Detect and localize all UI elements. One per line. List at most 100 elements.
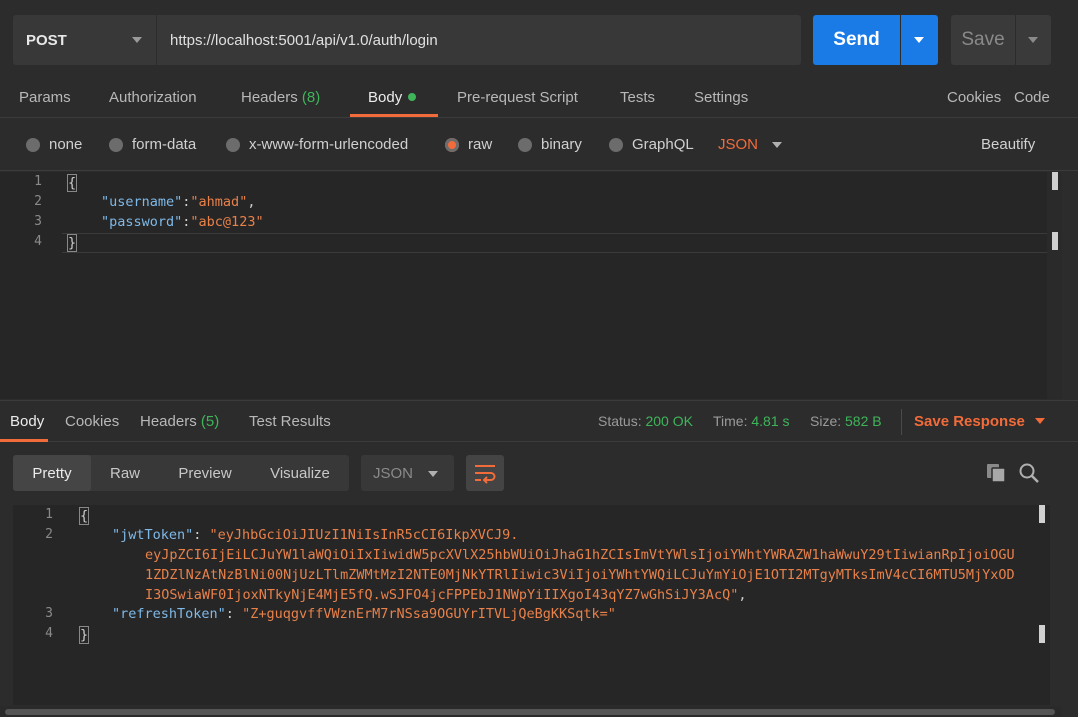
line-number: 1 (45, 507, 53, 522)
chevron-down-icon (914, 37, 924, 43)
url-input[interactable]: https://localhost:5001/api/v1.0/auth/log… (157, 15, 801, 65)
wrap-lines-icon (475, 465, 496, 484)
save-response-label: Save Response (914, 413, 1025, 430)
cookies-link[interactable]: Cookies (947, 89, 1001, 106)
line-number: 4 (34, 234, 42, 249)
line-number: 2 (45, 527, 53, 542)
radio-icon (109, 137, 123, 152)
horizontal-scrollbar[interactable] (0, 706, 1062, 717)
radio-none-label: none (49, 136, 83, 153)
close-brace: } (79, 626, 90, 644)
scroll-thumb[interactable] (5, 709, 1055, 715)
size-label: Size: (810, 413, 842, 429)
method-select[interactable]: POST (13, 15, 156, 65)
line-number: 2 (34, 194, 42, 209)
code-line-password: "password":"abc@123" (101, 214, 264, 230)
request-tabs: Params Authorization Headers (8) Body Pr… (0, 80, 1078, 118)
tab-body-label: Body (368, 89, 403, 106)
size-value: 582 B (845, 413, 882, 429)
copy-icon (987, 464, 1006, 483)
json-string: "Z+guqgvffVWznErM7rNSsa9OGUYrITVLjQeBgKK… (242, 606, 616, 622)
view-visualize-button[interactable]: Visualize (251, 455, 349, 491)
view-raw-button[interactable]: Raw (91, 455, 159, 491)
scroll-thumb[interactable] (1039, 505, 1045, 523)
search-button[interactable] (1017, 461, 1041, 485)
jwt-continuation-end: I3OSwiaWF0IjoxNTkyNjE4MjE5fQ.wSJFO4jcFPP… (145, 587, 747, 603)
line-number: 1 (34, 174, 42, 189)
radio-icon (26, 137, 40, 152)
body-format-select[interactable]: JSON (718, 136, 782, 153)
tab-response-headers[interactable]: Headers (5) (140, 413, 219, 430)
save-options-button[interactable] (1016, 15, 1051, 65)
radio-graphql-label: GraphQL (632, 136, 694, 153)
request-editor-scrollbar[interactable] (1047, 172, 1062, 399)
tab-settings[interactable]: Settings (694, 89, 748, 106)
json-string: "ahmad" (190, 194, 248, 210)
code-link[interactable]: Code (1014, 89, 1050, 106)
radio-icon (226, 137, 240, 152)
radio-binary-label: binary (541, 136, 582, 153)
radio-graphql[interactable]: GraphQL (609, 136, 694, 153)
tab-tests[interactable]: Tests (620, 89, 655, 106)
beautify-link[interactable]: Beautify (981, 136, 1035, 153)
close-brace: } (67, 234, 78, 252)
tab-response-body[interactable]: Body (10, 413, 44, 430)
radio-none[interactable]: none (26, 136, 82, 153)
response-body-viewer[interactable]: 1 2 3 4 { "jwtToken": "eyJhbGciOiJIUzI1N… (13, 505, 1050, 705)
json-key: "username" (101, 194, 183, 210)
radio-form-data[interactable]: form-data (109, 136, 196, 153)
save-button[interactable]: Save (951, 15, 1015, 65)
send-options-button[interactable] (901, 15, 938, 65)
radio-binary[interactable]: binary (518, 136, 582, 153)
radio-raw[interactable]: raw (445, 136, 492, 153)
radio-icon (609, 137, 623, 152)
tab-response-cookies[interactable]: Cookies (65, 413, 119, 430)
headers-count: (8) (301, 89, 321, 106)
radio-urlencoded[interactable]: x-www-form-urlencoded (226, 136, 408, 153)
view-preview-button[interactable]: Preview (159, 455, 251, 491)
response-tabs: Body Cookies Headers (5) Test Results St… (0, 400, 1078, 442)
status-readout: Status: 200 OK (598, 413, 693, 429)
tab-authorization[interactable]: Authorization (109, 89, 197, 106)
tab-response-headers-label: Headers (140, 413, 197, 430)
send-button[interactable]: Send (813, 15, 900, 65)
tab-test-results[interactable]: Test Results (249, 413, 331, 430)
chevron-down-icon (428, 471, 438, 477)
radio-urlencoded-label: x-www-form-urlencoded (249, 136, 409, 153)
radio-form-data-label: form-data (132, 136, 197, 153)
response-editor-scrollbar[interactable] (1035, 505, 1050, 705)
method-label: POST (26, 31, 67, 49)
scroll-marker (1039, 625, 1045, 643)
line-number: 4 (45, 626, 53, 641)
active-tab-indicator (0, 439, 48, 442)
chevron-down-icon (772, 142, 782, 148)
line-number: 3 (34, 214, 42, 229)
code-line-jwt: "jwtToken": "eyJhbGciOiJIUzI1NiIsInR5cCI… (112, 527, 519, 543)
tab-params[interactable]: Params (19, 89, 71, 106)
chevron-down-icon (132, 37, 142, 43)
size-readout: Size: 582 B (810, 413, 882, 429)
request-bar: POST https://localhost:5001/api/v1.0/aut… (13, 15, 1051, 65)
time-value: 4.81 s (751, 413, 790, 429)
wrap-lines-button[interactable] (466, 455, 504, 491)
line-number: 3 (45, 606, 53, 621)
divider (901, 409, 902, 435)
view-pretty-button[interactable]: Pretty (13, 455, 91, 491)
jwt-continuation: 1ZDZlNzAtNzBlNi00NjUzLTlmZWMtMzI2NTE0MjN… (145, 567, 1015, 583)
copy-button[interactable] (984, 461, 1008, 485)
body-format-value: JSON (718, 136, 759, 153)
request-body-editor[interactable]: 1 2 3 4 { "username":"ahmad", "password"… (0, 172, 1062, 399)
scroll-thumb[interactable] (1052, 172, 1058, 190)
response-headers-count: (5) (200, 413, 220, 430)
tab-pre-request-script[interactable]: Pre-request Script (457, 89, 578, 106)
save-response-button[interactable]: Save Response (914, 413, 1045, 430)
chevron-down-icon (1028, 37, 1038, 43)
tab-body[interactable]: Body (368, 89, 417, 106)
jwt-continuation: eyJpZCI6IjEiLCJuYW1laWQiOiIxIiwidW5pcXVl… (145, 547, 1015, 563)
active-tab-indicator (350, 114, 438, 117)
response-format-select[interactable]: JSON (361, 455, 454, 491)
json-string: "abc@123" (190, 214, 264, 230)
scroll-marker (1052, 232, 1058, 250)
tab-headers[interactable]: Headers (8) (241, 89, 320, 106)
url-value: https://localhost:5001/api/v1.0/auth/log… (170, 31, 438, 49)
